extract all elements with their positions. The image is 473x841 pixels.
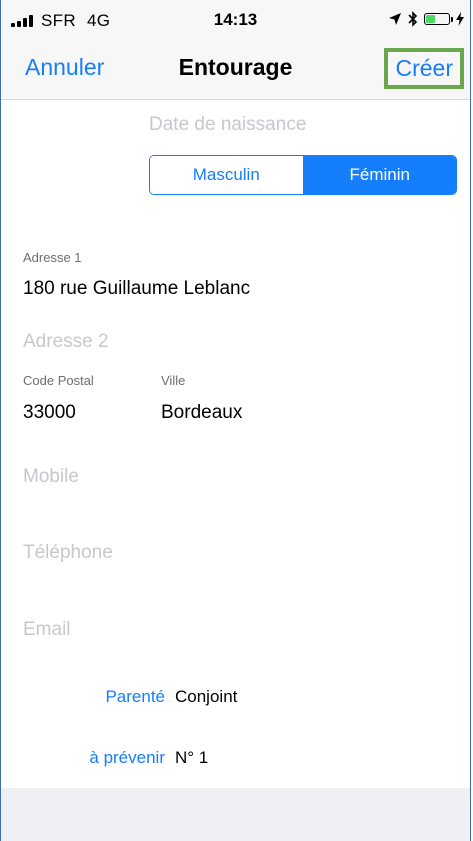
postal-code-label: Code Postal bbox=[23, 373, 94, 388]
segment-masculin[interactable]: Masculin bbox=[150, 156, 303, 194]
battery-level bbox=[426, 15, 435, 23]
city-field[interactable]: Bordeaux bbox=[161, 402, 242, 424]
phone-field[interactable]: Téléphone bbox=[23, 542, 113, 564]
city-label: Ville bbox=[161, 373, 186, 388]
address2-field[interactable]: Adresse 2 bbox=[23, 331, 109, 353]
navigation-bar: Annuler Entourage Créer bbox=[1, 40, 470, 100]
screen: SFR 4G 14:13 Annuler Entourage Créer Dat… bbox=[0, 0, 471, 841]
battery-icon bbox=[424, 13, 453, 25]
address1-field[interactable]: 180 rue Guillaume Leblanc bbox=[23, 278, 250, 300]
mobile-field[interactable]: Mobile bbox=[23, 466, 79, 488]
location-arrow-icon bbox=[389, 13, 401, 25]
relation-value[interactable]: Conjoint bbox=[175, 687, 237, 707]
charging-bolt-icon bbox=[456, 12, 464, 26]
birthdate-field[interactable]: Date de naissance bbox=[149, 114, 306, 136]
status-bar: SFR 4G 14:13 bbox=[1, 0, 470, 40]
postal-code-field[interactable]: 33000 bbox=[23, 402, 76, 424]
create-button[interactable]: Créer bbox=[384, 48, 464, 89]
status-icons bbox=[388, 11, 464, 27]
relation-label[interactable]: Parenté bbox=[41, 687, 165, 707]
bluetooth-icon bbox=[408, 11, 418, 27]
email-field[interactable]: Email bbox=[23, 619, 71, 641]
footer-area bbox=[1, 788, 470, 841]
notify-value[interactable]: N° 1 bbox=[175, 748, 208, 768]
segment-feminin[interactable]: Féminin bbox=[302, 156, 456, 194]
gender-segmented-control: Masculin Féminin bbox=[149, 155, 457, 195]
notify-label[interactable]: à prévenir bbox=[41, 748, 165, 768]
cancel-button[interactable]: Annuler bbox=[25, 54, 104, 81]
address1-label: Adresse 1 bbox=[23, 250, 82, 265]
